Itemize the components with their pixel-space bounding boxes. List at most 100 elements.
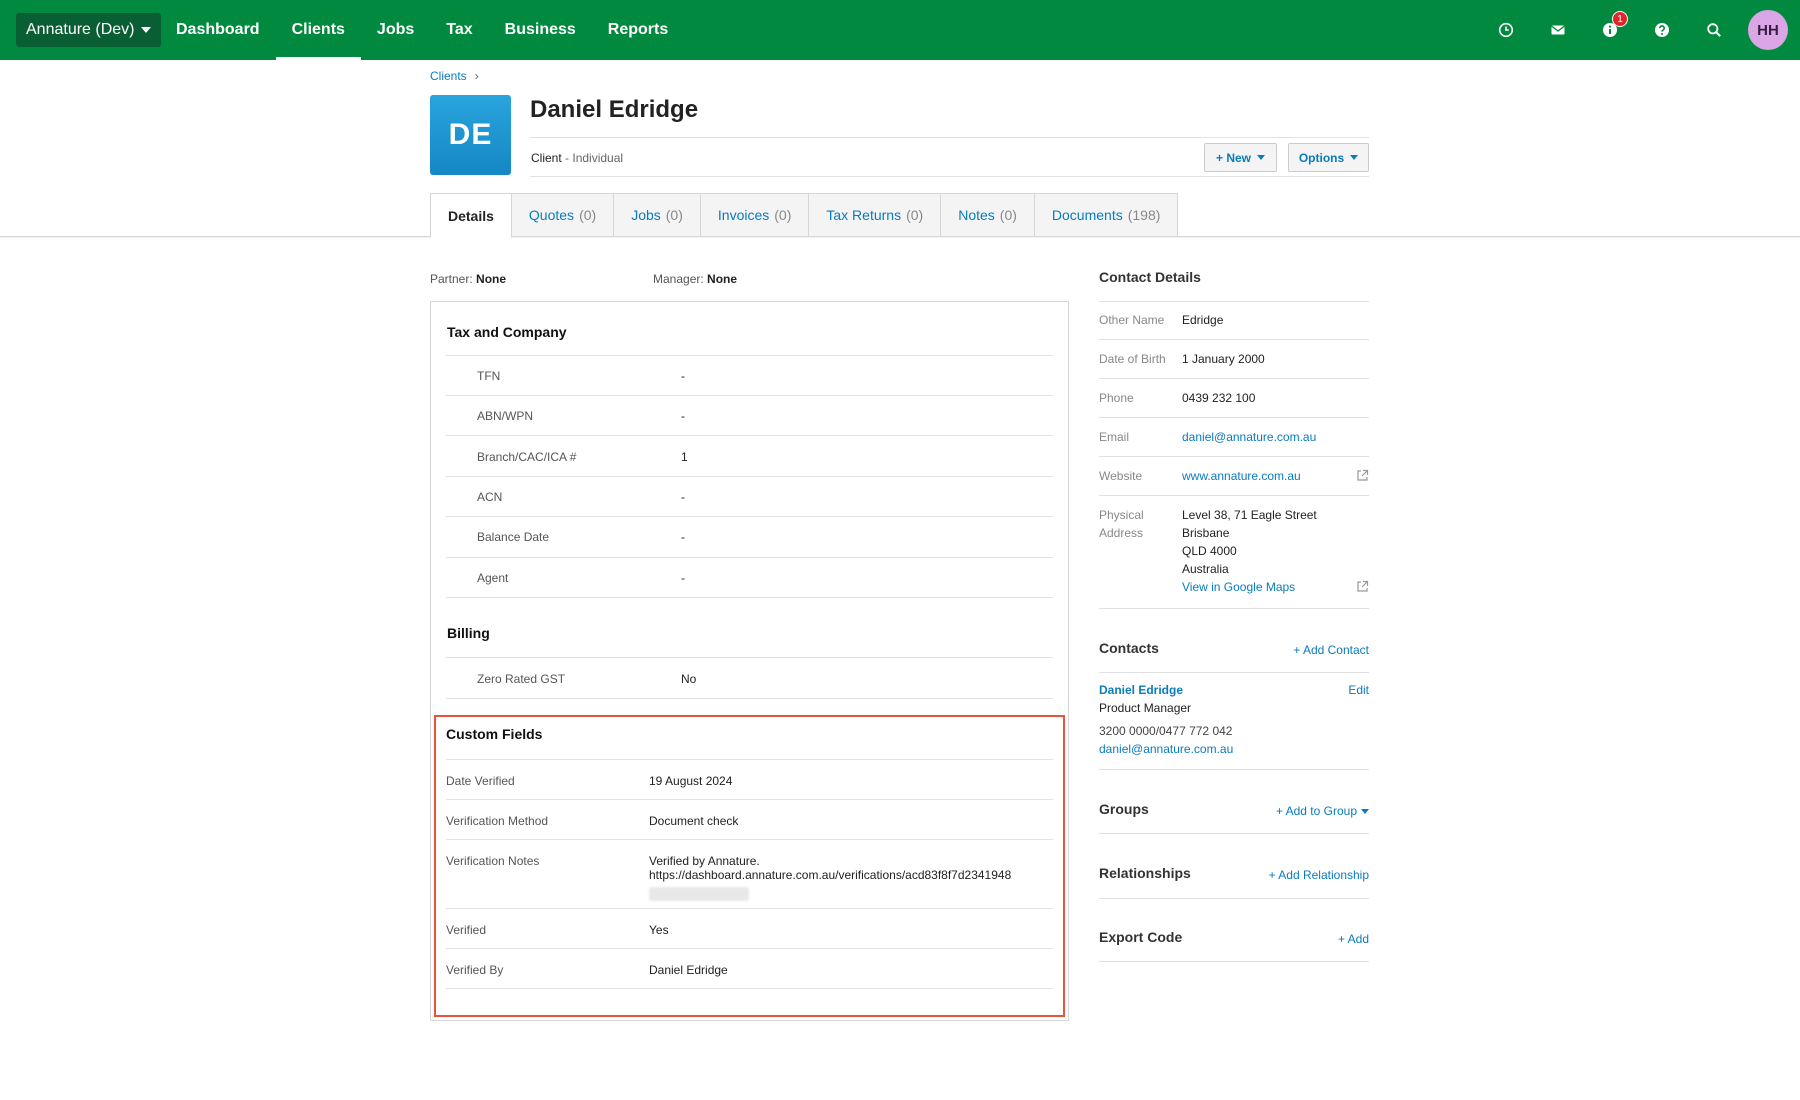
nav-icon-bar: 1 HH [1480, 0, 1788, 60]
divider [446, 839, 1053, 840]
user-avatar[interactable]: HH [1748, 10, 1788, 50]
website-link[interactable]: www.annature.com.au [1182, 467, 1301, 485]
nav-jobs[interactable]: Jobs [361, 0, 430, 60]
redacted-text [649, 887, 749, 901]
divider [1099, 378, 1369, 379]
nav-reports[interactable]: Reports [592, 0, 684, 60]
info-icon[interactable]: 1 [1584, 0, 1636, 60]
add-relationship-link[interactable]: + Add Relationship [1269, 866, 1369, 884]
tab-count: (0) [999, 207, 1017, 223]
options-button[interactable]: Options [1288, 143, 1369, 172]
balance-date-value: - [681, 530, 685, 544]
tab-details[interactable]: Details [430, 193, 512, 238]
tab-count: (0) [665, 207, 683, 223]
tab-invoices[interactable]: Invoices (0) [700, 193, 810, 237]
phone-label: Phone [1099, 391, 1134, 405]
zero-rated-gst-label: Zero Rated GST [477, 672, 566, 686]
tab-quotes[interactable]: Quotes (0) [511, 193, 615, 237]
breadcrumb: Clients › [430, 69, 479, 83]
date-verified-label: Date Verified [446, 774, 515, 788]
divider [446, 516, 1053, 517]
tfn-label: TFN [477, 369, 501, 383]
client-tabs: Details Quotes (0) Jobs (0) Invoices (0) Ta… [430, 193, 1179, 238]
external-link-icon[interactable] [1356, 580, 1369, 593]
mail-icon[interactable] [1532, 0, 1584, 60]
add-to-group-button[interactable]: + Add to Group [1276, 802, 1369, 820]
tab-label: Tax Returns [826, 207, 902, 223]
external-link-icon[interactable] [1356, 469, 1369, 482]
details-panel: Tax and Company TFN - ABN/WPN - Branch/C… [430, 301, 1069, 1021]
tab-count: (0) [579, 207, 597, 223]
client-subheader: Client - Individual + New Options [530, 137, 1369, 177]
clock-icon[interactable] [1480, 0, 1532, 60]
tab-count: (0) [774, 207, 792, 223]
google-maps-link[interactable]: View in Google Maps [1182, 578, 1295, 596]
tab-notes[interactable]: Notes (0) [941, 193, 1035, 237]
org-switcher[interactable]: Annature (Dev) [16, 13, 161, 47]
tab-label: Jobs [631, 207, 661, 223]
zero-rated-gst-value: No [681, 672, 697, 686]
notification-badge: 1 [1612, 11, 1628, 27]
tab-label: Invoices [717, 207, 770, 223]
tab-documents[interactable]: Documents (198) [1034, 193, 1179, 237]
divider [446, 395, 1053, 396]
tab-jobs[interactable]: Jobs (0) [614, 193, 701, 237]
verification-notes-value: Verified by Annature. [649, 854, 760, 868]
divider [1099, 495, 1369, 496]
chevron-down-icon [140, 27, 151, 33]
verification-notes-url: https://dashboard.annature.com.au/verifi… [649, 868, 1012, 882]
chevron-down-icon [1257, 155, 1265, 160]
client-type-kind: - Individual [565, 151, 624, 165]
acn-label: ACN [477, 490, 503, 504]
abn-label: ABN/WPN [477, 409, 534, 423]
divider [1099, 672, 1369, 673]
branch-label: Branch/CAC/ICA # [477, 450, 577, 464]
address-line1: Level 38, 71 Eagle Street [1182, 508, 1317, 522]
nav-clients[interactable]: Clients [275, 0, 362, 60]
nav-dashboard[interactable]: Dashboard [160, 0, 276, 60]
add-contact-link[interactable]: + Add Contact [1293, 641, 1369, 659]
divider [446, 908, 1053, 909]
acn-value: - [681, 490, 685, 504]
top-nav: Annature (Dev) Dashboard Clients Jobs Ta… [0, 0, 1800, 60]
divider [446, 698, 1053, 699]
tax-company-title: Tax and Company [447, 324, 567, 340]
help-icon[interactable] [1636, 0, 1688, 60]
agent-value: - [681, 571, 685, 585]
tab-label: Details [448, 207, 494, 224]
divider [1099, 417, 1369, 418]
nav-business[interactable]: Business [489, 0, 592, 60]
divider [446, 435, 1053, 436]
options-button-label: Options [1298, 150, 1345, 165]
contact-role: Product Manager [1099, 701, 1192, 715]
divider [1099, 301, 1369, 302]
verification-notes-label: Verification Notes [446, 854, 540, 868]
divider [1099, 898, 1369, 899]
billing-title: Billing [447, 625, 490, 641]
divider [446, 355, 1053, 356]
verified-by-label: Verified By [446, 963, 504, 977]
add-export-code-link[interactable]: + Add [1338, 930, 1369, 948]
other-name-value: Edridge [1182, 313, 1224, 327]
address-line4: Australia [1182, 562, 1229, 576]
groups-title: Groups [1099, 801, 1149, 817]
custom-fields-highlight: Custom Fields Date Verified 19 August 20… [434, 715, 1065, 1017]
client-avatar: DE [430, 95, 511, 175]
tab-count: (0) [906, 207, 924, 223]
date-verified-value: 19 August 2024 [649, 774, 733, 788]
email-link[interactable]: daniel@annature.com.au [1182, 428, 1316, 446]
contact-edit-link[interactable]: Edit [1348, 681, 1369, 699]
agent-label: Agent [477, 571, 509, 585]
nav-tax[interactable]: Tax [430, 0, 488, 60]
phone-value: 0439 232 100 [1182, 391, 1256, 405]
address-line2: Brisbane [1182, 526, 1230, 540]
contact-name-link[interactable]: Daniel Edridge [1099, 681, 1183, 699]
new-button[interactable]: + New [1204, 143, 1277, 172]
search-icon[interactable] [1688, 0, 1740, 60]
breadcrumb-clients[interactable]: Clients [430, 69, 467, 83]
website-label: Website [1099, 469, 1143, 483]
chevron-down-icon [1361, 808, 1369, 814]
contact-email-link[interactable]: daniel@annature.com.au [1099, 740, 1233, 758]
verified-value: Yes [649, 923, 669, 937]
tab-tax-returns[interactable]: Tax Returns (0) [809, 193, 942, 237]
